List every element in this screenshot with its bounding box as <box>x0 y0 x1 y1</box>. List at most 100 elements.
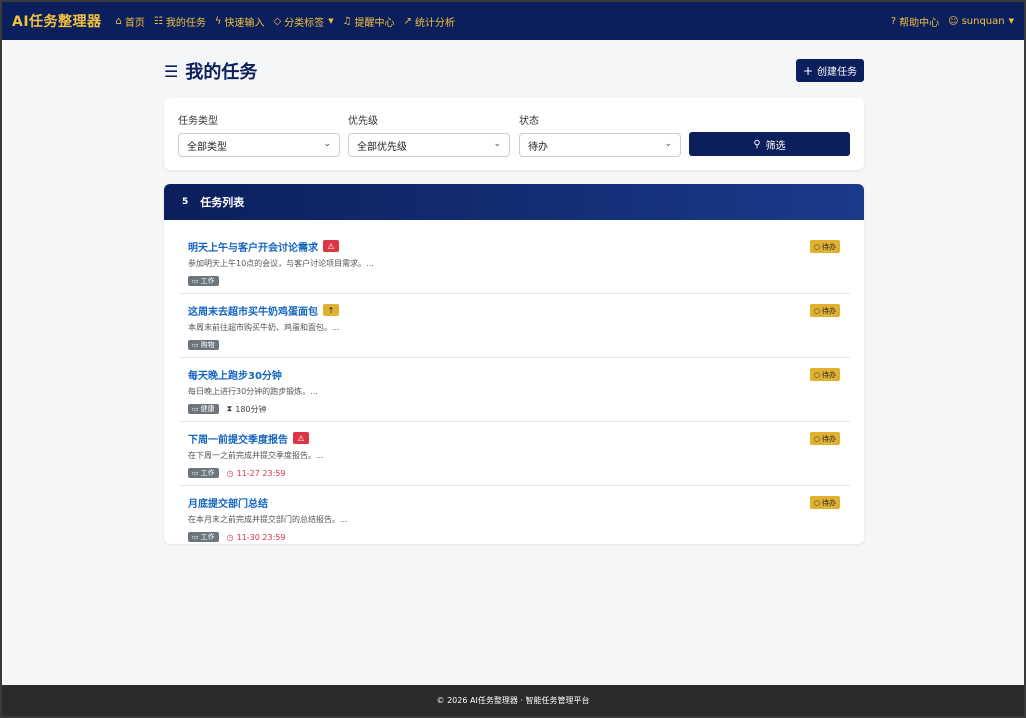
status-filter-group: 状态 待办 ⌄ <box>519 112 681 157</box>
search-icon: ⚲ <box>753 138 761 150</box>
type-select-value: 全部类型 <box>187 141 227 153</box>
status-label: 待办 <box>822 498 836 507</box>
status-select-value: 待办 <box>528 141 548 153</box>
chart-line-icon: ↗ <box>403 15 412 27</box>
task-meta: ▭ 健康 ⧗ 180分钟 <box>188 403 842 415</box>
folder-icon: ▭ <box>192 533 199 541</box>
list-icon: ☰ <box>164 61 179 81</box>
category-tag: ▭ 工作 <box>188 276 219 286</box>
filter-card: 任务类型 全部类型 ⌄ 优先级 全部优先级 ⌄ 状态 待办 ⌄ ⚲ 筛选 <box>164 98 864 170</box>
navbar: AI任务整理器 ⌂ 首页 ☷ 我的任务 ϟ 快速输入 ◇ 分类标签 ▼ ♫ 提醒… <box>2 2 1024 40</box>
chevron-down-icon: ⌄ <box>664 139 672 149</box>
task-list-header: 5 任务列表 <box>164 184 864 220</box>
brand-logo[interactable]: AI任务整理器 <box>12 11 102 31</box>
circle-icon: ○ <box>813 242 820 251</box>
due-date-value: 11-30 23:59 <box>236 532 286 542</box>
user-icon: ☺ <box>948 15 959 27</box>
arrow-up-icon: ↑ <box>327 305 335 315</box>
nav-item-tags[interactable]: ◇ 分类标签 ▼ <box>273 14 333 29</box>
status-filter-label: 状态 <box>519 116 539 127</box>
footer-text: © 2026 AI任务整理器 · 智能任务管理平台 <box>436 696 590 705</box>
type-select[interactable]: 全部类型 ⌄ <box>178 133 340 157</box>
nav-item-quick-input[interactable]: ϟ 快速输入 <box>215 14 265 29</box>
tag-label: 购物 <box>200 341 215 349</box>
create-task-button[interactable]: + 创建任务 <box>796 59 864 82</box>
task-description: 在下周一之前完成并提交季度报告。... <box>188 451 324 460</box>
hourglass-icon: ⧗ <box>226 404 233 413</box>
task-meta: ▭ 工作 ◷ 11-27 23:59 <box>188 467 842 479</box>
task-list-card: 5 任务列表 明天上午与客户开会讨论需求 ⚠ 参加明天上午10点的会议，与客户讨… <box>164 184 864 544</box>
filter-button[interactable]: ⚲ 筛选 <box>689 132 850 156</box>
status-badge: ○ 待办 <box>809 368 840 381</box>
page-title: ☰ 我的任务 <box>164 58 257 84</box>
duration: ⧗ 180分钟 <box>227 404 267 415</box>
task-title[interactable]: 月底提交部门总结 <box>188 495 268 510</box>
task-title[interactable]: 下周一前提交季度报告 <box>188 431 288 446</box>
due-date: ◷ 11-27 23:59 <box>227 469 286 478</box>
priority-filter-label: 优先级 <box>348 116 378 127</box>
task-title-row: 明天上午与客户开会讨论需求 ⚠ <box>188 238 842 254</box>
priority-filter-group: 优先级 全部优先级 ⌄ <box>348 112 510 157</box>
task-description: 每日晚上进行30分钟的跑步锻炼。... <box>188 387 318 396</box>
bell-icon: ♫ <box>342 15 352 27</box>
task-title[interactable]: 明天上午与客户开会讨论需求 <box>188 239 318 254</box>
nav-label: 快速输入 <box>224 17 265 29</box>
user-menu[interactable]: ☺ sunquan ▼ <box>948 16 1014 27</box>
nav-label: 提醒中心 <box>354 17 395 29</box>
task-item[interactable]: 月底提交部门总结 在本月末之前完成并提交部门的总结报告。... ▭ 工作 ◷ 11-… <box>180 486 850 544</box>
task-title[interactable]: 这周末去超市买牛奶鸡蛋面包 <box>188 303 318 318</box>
task-list-title: 任务列表 <box>200 196 245 209</box>
task-item[interactable]: 下周一前提交季度报告 ⚠ 在下周一之前完成并提交季度报告。... ▭ 工作 ◷ 11… <box>180 422 850 486</box>
task-count: 5 <box>182 197 189 207</box>
folder-icon: ▭ <box>192 469 199 477</box>
status-badge: ○ 待办 <box>809 304 840 317</box>
task-meta: ▭ 工作 ◷ 11-30 23:59 <box>188 531 842 543</box>
task-item[interactable]: 这周末去超市买牛奶鸡蛋面包 ↑ 本周末前往超市购买牛奶、鸡蛋和面包。... ▭ 购… <box>180 294 850 358</box>
nav-item-stats[interactable]: ↗ 统计分析 <box>404 14 455 29</box>
task-title-row: 每天晚上跑步30分钟 <box>188 366 842 382</box>
page-header: ☰ 我的任务 + 创建任务 <box>164 56 864 86</box>
priority-select[interactable]: 全部优先级 ⌄ <box>348 133 510 157</box>
category-tag: ▭ 购物 <box>188 340 219 350</box>
circle-icon: ○ <box>813 434 820 443</box>
task-description: 在本月末之前完成并提交部门的总结报告。... <box>188 515 348 524</box>
task-item[interactable]: 每天晚上跑步30分钟 每日晚上进行30分钟的跑步锻炼。... ▭ 健康 ⧗ 180分… <box>180 358 850 422</box>
priority-medium-badge: ↑ <box>323 304 339 316</box>
clock-icon: ◷ <box>226 468 234 478</box>
status-label: 待办 <box>822 306 836 315</box>
task-item[interactable]: 明天上午与客户开会讨论需求 ⚠ 参加明天上午10点的会议，与客户讨论项目需求。.… <box>180 230 850 294</box>
status-select[interactable]: 待办 ⌄ <box>519 133 681 157</box>
page-title-text: 我的任务 <box>185 62 258 83</box>
due-date-value: 11-27 23:59 <box>236 468 286 478</box>
task-meta: ▭ 工作 <box>188 275 842 287</box>
tag-icon: ◇ <box>273 15 282 27</box>
circle-icon: ○ <box>813 306 820 315</box>
status-badge: ○ 待办 <box>809 240 840 253</box>
list-icon: ☷ <box>153 15 163 27</box>
status-label: 待办 <box>822 370 836 379</box>
username: sunquan <box>961 15 1005 27</box>
warning-icon: ⚠ <box>297 433 305 443</box>
task-title[interactable]: 每天晚上跑步30分钟 <box>188 367 282 382</box>
tag-label: 工作 <box>200 469 215 477</box>
nav-item-my-tasks[interactable]: ☷ 我的任务 <box>154 14 206 29</box>
folder-icon: ▭ <box>192 405 199 413</box>
nav-item-help[interactable]: ? 帮助中心 <box>891 14 939 29</box>
folder-icon: ▭ <box>192 341 199 349</box>
tag-label: 健康 <box>200 405 215 413</box>
caret-down-icon: ▼ <box>1008 17 1014 25</box>
tag-label: 工作 <box>200 533 215 541</box>
nav-item-home[interactable]: ⌂ 首页 <box>116 14 145 29</box>
nav-label: 帮助中心 <box>899 17 940 29</box>
category-tag: ▭ 工作 <box>188 532 219 542</box>
plus-icon: + <box>802 63 814 78</box>
circle-icon: ○ <box>813 498 820 507</box>
nav-label: 我的任务 <box>165 17 206 29</box>
category-tag: ▭ 健康 <box>188 404 219 414</box>
status-label: 待办 <box>822 434 836 443</box>
category-tag: ▭ 工作 <box>188 468 219 478</box>
due-date: ◷ 11-30 23:59 <box>227 533 286 542</box>
folder-icon: ▭ <box>192 277 199 285</box>
filter-button-label: 筛选 <box>765 140 786 152</box>
nav-item-reminders[interactable]: ♫ 提醒中心 <box>343 14 395 29</box>
